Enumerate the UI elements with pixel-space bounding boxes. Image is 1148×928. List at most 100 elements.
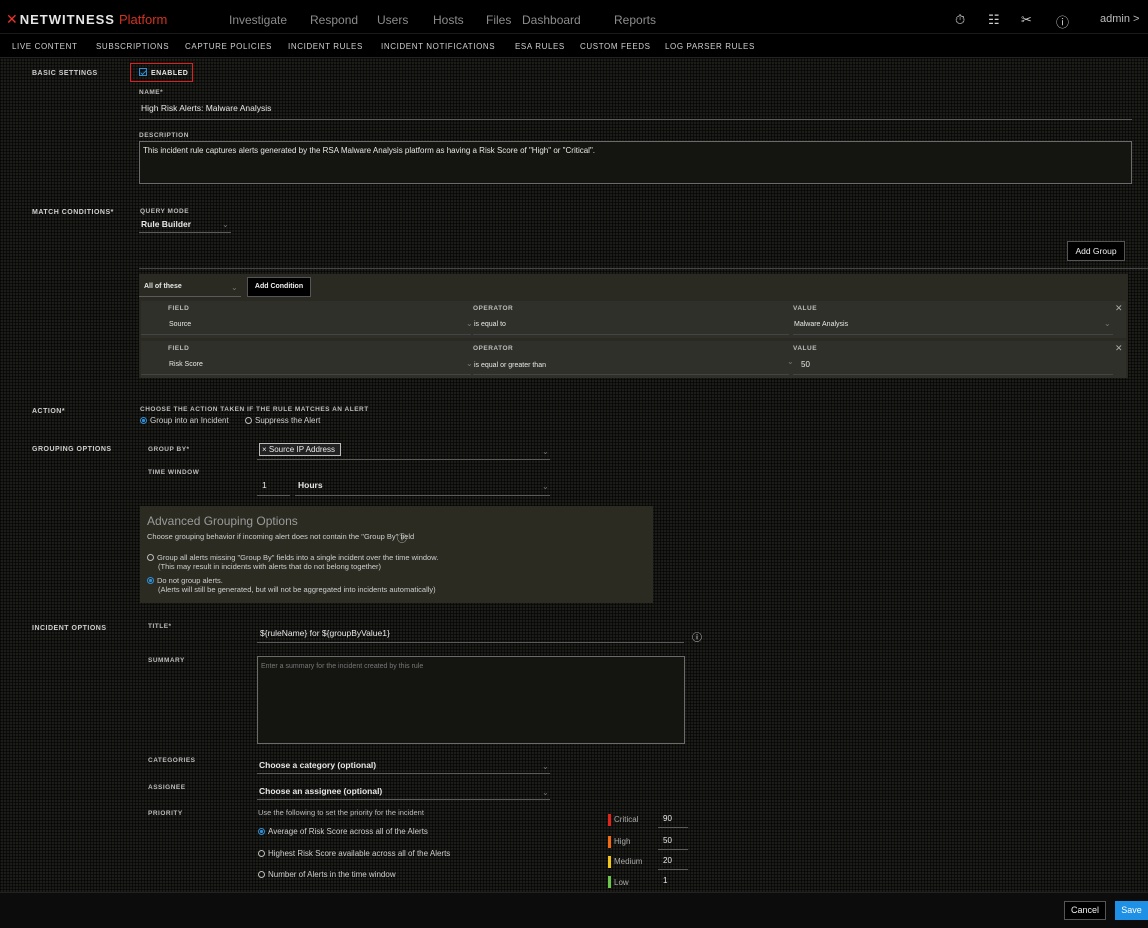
categories-label: CATEGORIES: [148, 757, 196, 764]
nav-hosts[interactable]: Hosts: [433, 13, 464, 27]
field-select[interactable]: Source: [169, 321, 191, 328]
group-by-tag[interactable]: × Source IP Address: [259, 443, 341, 456]
nav-dashboard[interactable]: Dashboard: [522, 13, 581, 27]
priority-critical-input[interactable]: 90: [663, 814, 672, 823]
tab-live-content[interactable]: LIVE CONTENT: [12, 42, 77, 51]
priority-description: Use the following to set the priority fo…: [258, 808, 424, 817]
logic-select[interactable]: All of these: [144, 283, 182, 290]
radio-label: Group into an Incident: [150, 416, 229, 425]
timer-icon[interactable]: ⏱: [955, 12, 965, 28]
radio-suppress-alert[interactable]: Suppress the Alert: [245, 416, 320, 425]
radio-number-alerts[interactable]: Number of Alerts in the time window: [258, 870, 396, 879]
radio-empty-icon: [147, 554, 154, 561]
help-icon[interactable]: ⓘ: [397, 530, 407, 545]
radio-selected-icon: [140, 417, 147, 424]
query-mode-select[interactable]: Rule Builder: [141, 219, 191, 229]
priority-input-underline: [658, 849, 688, 850]
radio-group-into-incident[interactable]: Group into an Incident: [140, 416, 229, 425]
condition-row: FIELD OPERATOR VALUE Source ⌄ is equal t…: [141, 301, 1126, 338]
operator-select[interactable]: is equal to: [474, 321, 506, 328]
save-button[interactable]: Save: [1115, 901, 1148, 920]
operator-underline: [473, 374, 789, 375]
tab-incident-rules[interactable]: INCIDENT RULES: [288, 42, 363, 51]
priority-level-name: Low: [614, 878, 629, 887]
user-menu[interactable]: admin >: [1100, 13, 1139, 25]
field-select[interactable]: Risk Score: [169, 361, 203, 368]
radio-label: Group all alerts missing "Group By" fiel…: [157, 553, 439, 562]
radio-average-risk[interactable]: Average of Risk Score across all of the …: [258, 827, 428, 836]
priority-medium-input[interactable]: 20: [663, 856, 672, 865]
value-header: VALUE: [793, 345, 818, 352]
value-underline: [793, 374, 1113, 375]
nav-investigate[interactable]: Investigate: [229, 13, 287, 27]
assignee-label: ASSIGNEE: [148, 784, 186, 791]
list-icon[interactable]: ☷: [988, 12, 1000, 28]
radio-sublabel: (Alerts will still be generated, but wil…: [158, 585, 436, 594]
value-input[interactable]: 50: [801, 360, 810, 369]
description-text: This incident rule captures alerts gener…: [143, 146, 596, 155]
radio-empty-icon: [258, 871, 265, 878]
operator-select[interactable]: is equal or greater than: [474, 362, 546, 369]
logo[interactable]: ✕ NETWITNESS Platform: [6, 12, 167, 27]
name-underline: [139, 119, 1132, 120]
radio-highest-risk[interactable]: Highest Risk Score available across all …: [258, 849, 450, 858]
operator-header: OPERATOR: [473, 305, 514, 312]
categories-select[interactable]: Choose a category (optional): [259, 760, 376, 770]
radio-group-missing[interactable]: Group all alerts missing "Group By" fiel…: [147, 553, 438, 562]
match-conditions-label: MATCH CONDITIONS*: [32, 209, 114, 216]
value-select[interactable]: Malware Analysis: [794, 321, 848, 328]
assignee-select[interactable]: Choose an assignee (optional): [259, 786, 382, 796]
chevron-down-icon: ⌄: [542, 482, 549, 491]
medium-color-bar: [608, 856, 611, 868]
query-mode-label: QUERY MODE: [140, 208, 190, 215]
tab-log-parser-rules[interactable]: LOG PARSER RULES: [665, 42, 755, 51]
tab-capture-policies[interactable]: CAPTURE POLICIES: [185, 42, 272, 51]
add-group-button[interactable]: Add Group: [1067, 241, 1125, 261]
radio-selected-icon: [258, 828, 265, 835]
tab-incident-notifications[interactable]: INCIDENT NOTIFICATIONS: [381, 42, 495, 51]
radio-selected-icon: [147, 577, 154, 584]
radio-label: Suppress the Alert: [255, 416, 321, 425]
close-icon[interactable]: ✕: [1115, 303, 1123, 314]
description-textarea[interactable]: This incident rule captures alerts gener…: [139, 141, 1132, 184]
priority-high-input[interactable]: 50: [663, 836, 672, 845]
query-mode-underline: [139, 232, 231, 233]
close-icon[interactable]: ✕: [1115, 343, 1123, 354]
add-condition-button[interactable]: Add Condition: [247, 277, 311, 297]
name-input[interactable]: High Risk Alerts: Malware Analysis: [141, 103, 271, 113]
tab-custom-feeds[interactable]: CUSTOM FEEDS: [580, 42, 651, 51]
tools-icon[interactable]: ✂: [1021, 12, 1032, 28]
enabled-checkbox[interactable]: ENABLED: [139, 68, 188, 77]
nav-users[interactable]: Users: [377, 13, 408, 27]
assignee-underline: [257, 799, 550, 800]
chevron-down-icon: ⌄: [542, 447, 549, 456]
title-input[interactable]: ${ruleName} for ${groupByValue1}: [260, 628, 390, 638]
chevron-down-icon: ⌄: [542, 788, 549, 797]
checkbox-checked-icon: [139, 68, 147, 76]
cancel-button[interactable]: Cancel: [1064, 901, 1106, 920]
title-underline: [257, 642, 684, 643]
time-window-input[interactable]: 1: [262, 480, 267, 490]
value-underline: [793, 334, 1113, 335]
description-label: DESCRIPTION: [139, 132, 189, 139]
advanced-grouping-panel: Advanced Grouping Options Choose groupin…: [140, 506, 653, 603]
summary-textarea[interactable]: Enter a summary for the incident created…: [257, 656, 685, 744]
field-underline: [141, 374, 471, 375]
help-icon[interactable]: ⓘ: [692, 629, 702, 644]
nav-respond[interactable]: Respond: [310, 13, 358, 27]
priority-low-input[interactable]: 1: [663, 876, 667, 885]
help-icon[interactable]: ⓘ: [1056, 12, 1069, 31]
tab-subscriptions[interactable]: SUBSCRIPTIONS: [96, 42, 169, 51]
priority-input-underline: [658, 869, 688, 870]
tab-esa-rules[interactable]: ESA RULES: [515, 42, 565, 51]
operator-header: OPERATOR: [473, 345, 514, 352]
nav-reports[interactable]: Reports: [614, 13, 656, 27]
priority-level-name: Critical: [614, 815, 639, 824]
time-unit-select[interactable]: Hours: [298, 480, 323, 490]
radio-do-not-group[interactable]: Do not group alerts.: [147, 576, 223, 585]
critical-color-bar: [608, 814, 611, 826]
radio-label: Average of Risk Score across all of the …: [268, 827, 428, 836]
time-window-underline: [257, 495, 290, 496]
nav-files[interactable]: Files: [486, 13, 511, 27]
radio-sublabel: (This may result in incidents with alert…: [158, 562, 382, 571]
